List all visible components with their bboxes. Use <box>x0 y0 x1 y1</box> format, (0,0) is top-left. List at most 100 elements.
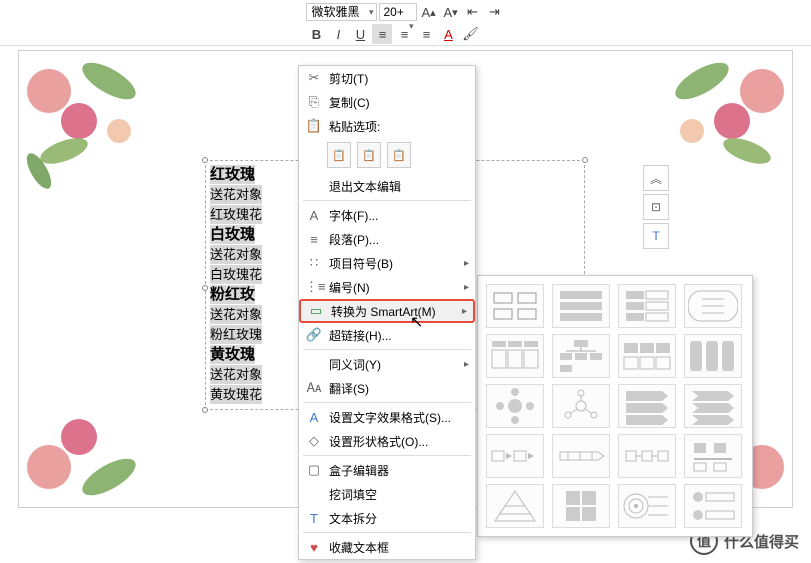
smartart-pyramid-list[interactable] <box>486 484 544 528</box>
submenu-arrow-icon: ▸ <box>462 306 467 317</box>
smartart-step-up-process[interactable] <box>618 434 676 478</box>
submenu-arrow-icon: ▸ <box>464 359 469 370</box>
text-line[interactable]: 送花对象 <box>210 185 262 204</box>
text-line[interactable]: 黄玫瑰花 <box>210 385 262 404</box>
resize-handle[interactable] <box>202 285 208 291</box>
smartart-vertical-bullet-list[interactable] <box>552 284 610 328</box>
menu-numbering[interactable]: ⋮≡编号(N)▸ <box>299 275 475 299</box>
decrease-font-icon[interactable]: A▾ <box>441 2 461 22</box>
format-painter-icon[interactable]: 🖌 <box>460 24 480 44</box>
floral-decoration <box>19 357 159 507</box>
text-line[interactable]: 粉红玫 <box>210 285 255 304</box>
link-icon: 🔗 <box>305 327 323 343</box>
copy-icon: ⎘ <box>305 94 323 110</box>
shape-format-icon: ◇ <box>305 433 323 449</box>
smartart-target-list[interactable] <box>618 484 676 528</box>
menu-box-editor[interactable]: ▢盒子编辑器 <box>299 458 475 482</box>
resize-handle[interactable] <box>582 157 588 163</box>
floral-decoration <box>19 51 159 201</box>
text-line[interactable]: 送花对象 <box>210 305 262 324</box>
menu-paste-options: 📋粘贴选项: <box>299 114 475 138</box>
smartart-horizontal-bullet-list[interactable] <box>684 284 742 328</box>
paragraph-icon: ≡ <box>305 232 323 247</box>
bold-button[interactable]: B <box>306 24 326 44</box>
box-icon: ▢ <box>305 462 323 478</box>
menu-paragraph[interactable]: ≡段落(P)... <box>299 227 475 251</box>
underline-button[interactable]: U <box>350 24 370 44</box>
menu-copy[interactable]: ⎘复制(C) <box>299 90 475 114</box>
layout-center-icon[interactable]: ⊡ <box>643 194 669 220</box>
text-line[interactable]: 红玫瑰花 <box>210 205 262 224</box>
bullets-icon: ∷ <box>305 255 323 271</box>
resize-handle[interactable] <box>202 157 208 163</box>
text-line[interactable]: 粉红玫瑰 <box>210 325 262 344</box>
menu-fill-blank[interactable]: 挖词填空 <box>299 482 475 506</box>
menu-synonyms[interactable]: 同义词(Y)▸ <box>299 352 475 376</box>
smartart-basic-process[interactable] <box>486 434 544 478</box>
smartart-picture-accent-process[interactable] <box>684 434 742 478</box>
menu-exit-text-edit[interactable]: 退出文本编辑 <box>299 174 475 198</box>
mini-toolbar: 微软雅黑 20+ A▴ A▾ ⇤ ⇥ B I U ≡ ≡ ≡ A 🖌 <box>0 0 811 46</box>
text-line[interactable]: 黄玫瑰 <box>210 345 255 364</box>
numbering-icon: ⋮≡ <box>305 279 323 295</box>
menu-cut[interactable]: ✂剪切(T) <box>299 66 475 90</box>
menu-text-effects[interactable]: A设置文字效果格式(S)... <box>299 405 475 429</box>
smartart-gallery <box>477 275 753 537</box>
menu-bullets[interactable]: ∷项目符号(B)▸ <box>299 251 475 275</box>
smartart-vertical-picture-list[interactable] <box>684 484 742 528</box>
menu-hyperlink[interactable]: 🔗超链接(H)... <box>299 323 475 347</box>
smartart-diverging-radial[interactable] <box>552 384 610 428</box>
menu-favorite[interactable]: ♥收藏文本框 <box>299 535 475 559</box>
font-name-select[interactable]: 微软雅黑 <box>306 3 376 21</box>
italic-button[interactable]: I <box>328 24 348 44</box>
menu-convert-smartart[interactable]: ▭转换为 SmartArt(M)▸ <box>299 299 475 323</box>
paste-text-only-icon[interactable]: 📋 <box>387 142 411 168</box>
paste-icon: 📋 <box>305 118 323 134</box>
align-left-icon[interactable]: ≡ <box>372 24 392 44</box>
smartart-basic-matrix[interactable] <box>552 484 610 528</box>
align-right-icon[interactable]: ≡ <box>416 24 436 44</box>
font-size-select[interactable]: 20+ <box>379 3 417 21</box>
smartart-table-list[interactable] <box>486 334 544 378</box>
smartart-hierarchy[interactable] <box>552 334 610 378</box>
submenu-arrow-icon: ▸ <box>464 258 469 269</box>
text-layout-icon[interactable]: T <box>643 223 669 249</box>
expand-up-icon[interactable]: ︽ <box>643 165 669 191</box>
font-color-icon[interactable]: A <box>438 24 458 44</box>
menu-font[interactable]: A字体(F)... <box>299 203 475 227</box>
increase-font-icon[interactable]: A▴ <box>419 2 439 22</box>
font-icon: A <box>305 208 323 223</box>
text-line[interactable]: 红玫瑰 <box>210 165 255 184</box>
text-line[interactable]: 送花对象 <box>210 245 262 264</box>
decrease-indent-icon[interactable]: ⇤ <box>463 2 483 22</box>
text-split-icon: T <box>305 511 323 526</box>
text-effects-icon: A <box>305 410 323 425</box>
context-menu: ✂剪切(T) ⎘复制(C) 📋粘贴选项: 📋 📋 📋 退出文本编辑 A字体(F)… <box>298 65 476 560</box>
smartart-vertical-arrow-list[interactable] <box>684 384 742 428</box>
resize-handle[interactable] <box>202 407 208 413</box>
cut-icon: ✂ <box>305 70 323 86</box>
paste-merge-format-icon[interactable]: 📋 <box>357 142 381 168</box>
smartart-icon: ▭ <box>307 303 325 319</box>
mouse-cursor: ↖ <box>410 312 423 332</box>
smartart-radial-cluster[interactable] <box>486 384 544 428</box>
increase-indent-icon[interactable]: ⇥ <box>485 2 505 22</box>
smartart-vertical-chevron-list[interactable] <box>618 384 676 428</box>
smartart-segmented-process[interactable] <box>684 334 742 378</box>
submenu-arrow-icon: ▸ <box>464 282 469 293</box>
smartart-vertical-box-list[interactable] <box>618 284 676 328</box>
paste-keep-format-icon[interactable]: 📋 <box>327 142 351 168</box>
menu-translate[interactable]: 🗛翻译(S) <box>299 376 475 400</box>
floral-decoration <box>652 51 792 201</box>
translate-icon: 🗛 <box>305 380 323 396</box>
text-line[interactable]: 白玫瑰 <box>210 225 255 244</box>
text-line[interactable]: 送花对象 <box>210 365 262 384</box>
text-line[interactable]: 白玫瑰花 <box>210 265 262 284</box>
smartart-continuous-arrow[interactable] <box>552 434 610 478</box>
smartart-picture-list[interactable] <box>618 334 676 378</box>
heart-icon: ♥ <box>305 540 323 555</box>
menu-text-split[interactable]: T文本拆分 <box>299 506 475 530</box>
layout-options-panel: ︽ ⊡ T <box>643 165 671 249</box>
menu-shape-format[interactable]: ◇设置形状格式(O)... <box>299 429 475 453</box>
smartart-basic-block-list[interactable] <box>486 284 544 328</box>
